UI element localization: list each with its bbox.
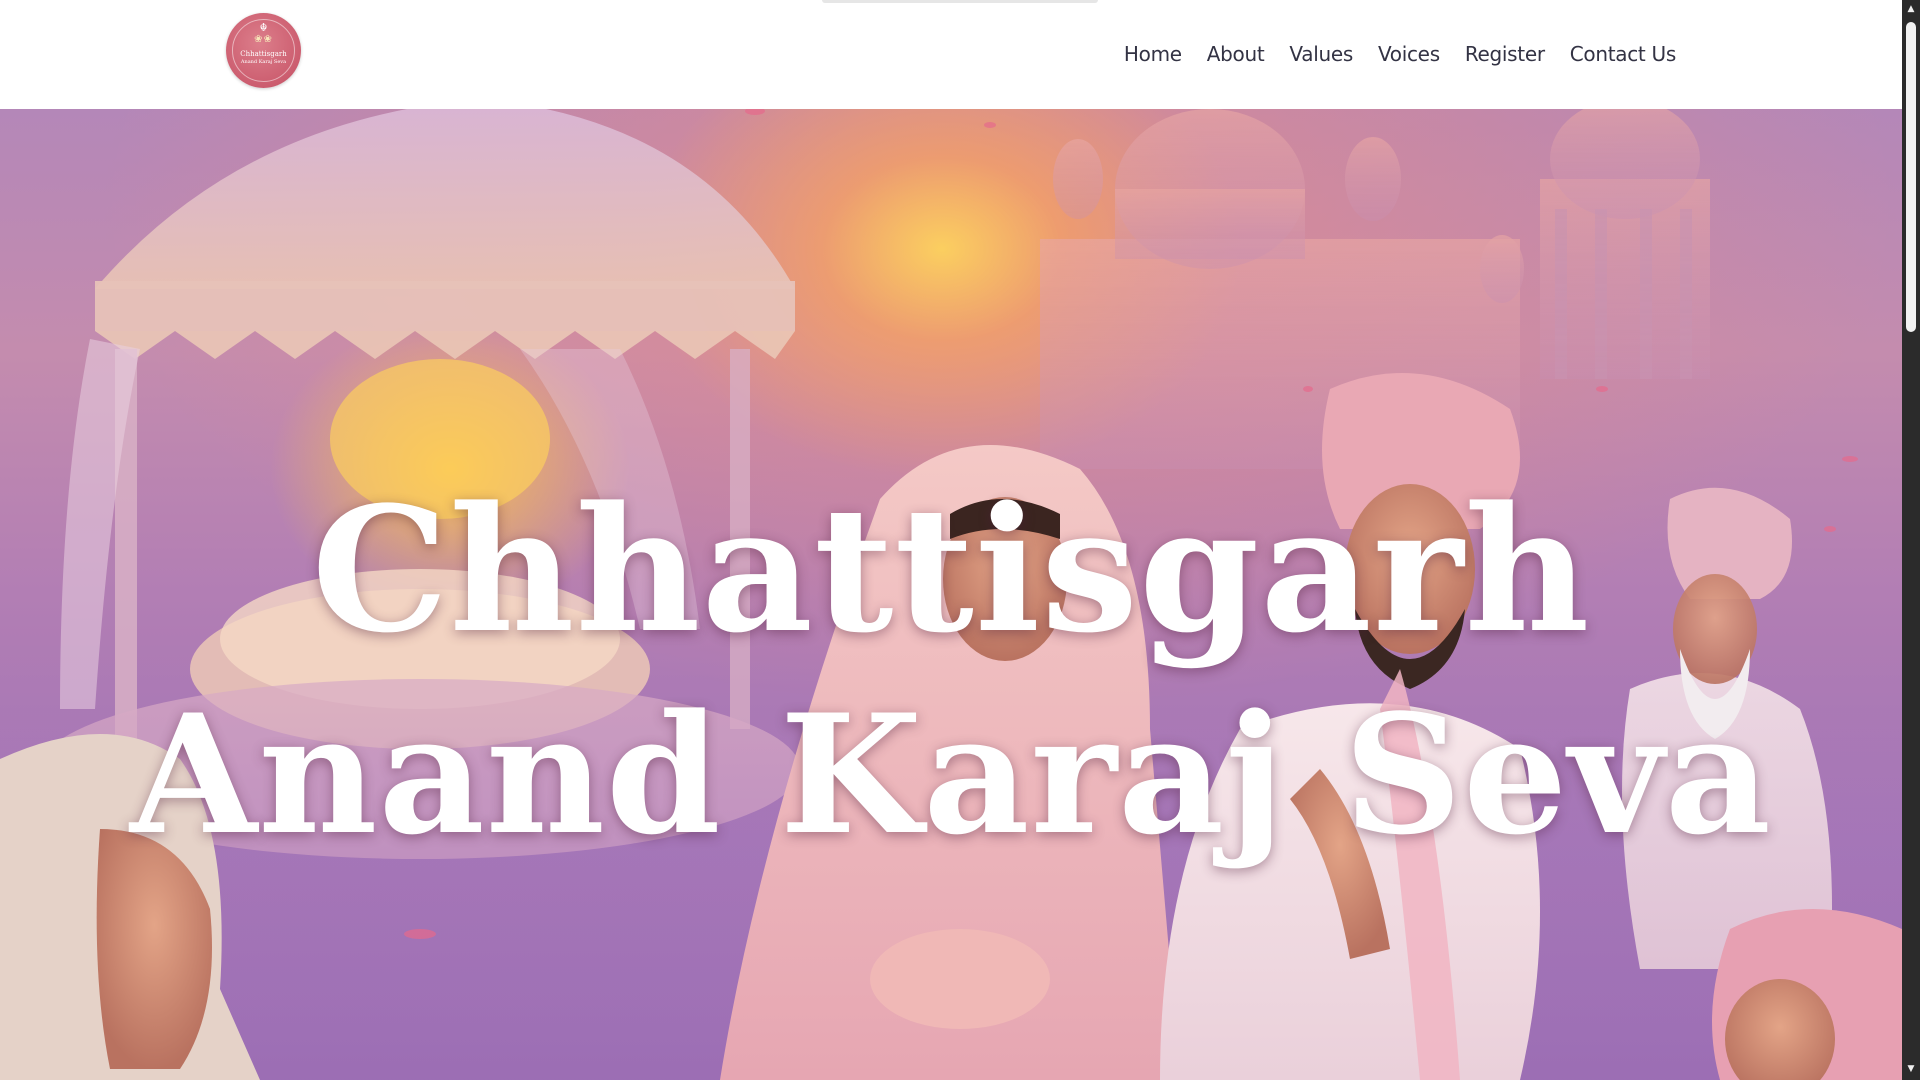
hero-title-line1: Chhattisgarh — [311, 468, 1591, 671]
nav-item-voices[interactable]: Voices — [1378, 38, 1440, 70]
khanda-icon: ☬ — [259, 21, 268, 34]
nav-item-register[interactable]: Register — [1465, 38, 1545, 70]
flower-icon: ❀❀ — [254, 34, 273, 45]
man-bottom-right-figure — [1712, 909, 1902, 1080]
scroll-thumb[interactable] — [1906, 22, 1916, 332]
logo-text-line2: Anand Karaj Seva — [240, 59, 287, 65]
site-logo[interactable]: ☬ ❀❀ Chhattisgarh Anand Karaj Seva — [226, 13, 301, 88]
logo-text-line1: Chhattisgarh — [240, 50, 287, 58]
main-nav: Home About Values Voices Register Contac… — [1124, 38, 1676, 70]
nav-item-home[interactable]: Home — [1124, 38, 1182, 70]
vertical-scrollbar[interactable]: ▲ ▼ — [1902, 0, 1920, 1080]
page: ☬ ❀❀ Chhattisgarh Anand Karaj Seva Home … — [0, 0, 1902, 1080]
scroll-down-icon[interactable]: ▼ — [1905, 1064, 1917, 1074]
nav-item-about[interactable]: About — [1207, 38, 1265, 70]
hero-section: Chhattisgarh Anand Karaj Seva — [0, 109, 1902, 1080]
scroll-up-icon[interactable]: ▲ — [1905, 4, 1917, 14]
hero-title-line2: Anand Karaj Seva — [130, 678, 1772, 871]
nav-item-values[interactable]: Values — [1289, 38, 1353, 70]
site-header: ☬ ❀❀ Chhattisgarh Anand Karaj Seva Home … — [0, 0, 1902, 109]
header-tab-indicator — [822, 0, 1098, 3]
nav-item-contact-us[interactable]: Contact Us — [1570, 38, 1677, 70]
